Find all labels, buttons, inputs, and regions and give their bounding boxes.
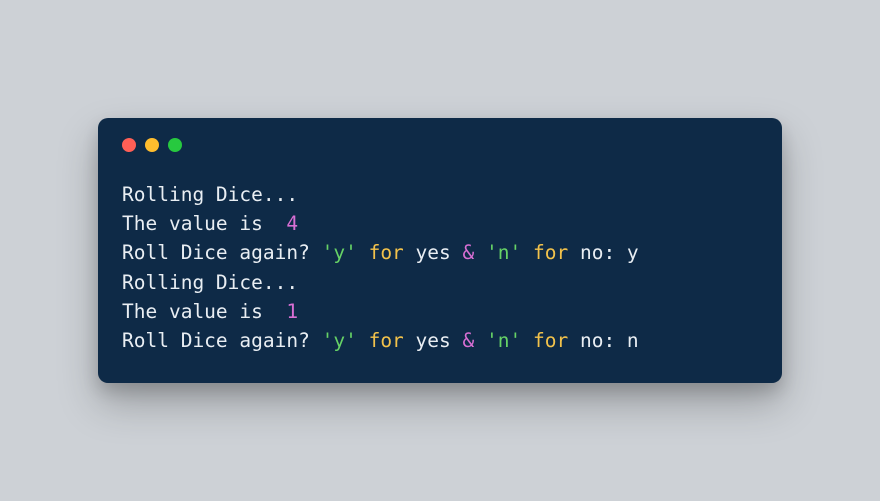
terminal-text — [521, 329, 533, 352]
terminal-text: Roll Dice again? — [122, 241, 322, 264]
terminal-line: The value is 4 — [122, 209, 758, 238]
maximize-icon[interactable] — [168, 138, 182, 152]
terminal-line: Rolling Dice... — [122, 268, 758, 297]
terminal-line: Roll Dice again? 'y' for yes & 'n' for n… — [122, 238, 758, 267]
terminal-text — [474, 241, 486, 264]
terminal-text: 4 — [286, 212, 298, 235]
terminal-output: Rolling Dice...The value is 4Roll Dice a… — [122, 180, 758, 356]
terminal-line: Rolling Dice... — [122, 180, 758, 209]
terminal-text: Rolling Dice... — [122, 271, 298, 294]
terminal-text: yes — [404, 241, 463, 264]
terminal-text: Rolling Dice... — [122, 183, 298, 206]
terminal-text: for — [533, 329, 568, 352]
terminal-text: The value is — [122, 300, 286, 323]
terminal-text — [357, 241, 369, 264]
terminal-text: no: n — [568, 329, 638, 352]
terminal-text: no: y — [568, 241, 638, 264]
terminal-text: for — [369, 329, 404, 352]
terminal-text: & — [463, 241, 475, 264]
terminal-text: yes — [404, 329, 463, 352]
terminal-text — [474, 329, 486, 352]
terminal-text — [521, 241, 533, 264]
terminal-text: 'y' — [322, 329, 357, 352]
terminal-text — [357, 329, 369, 352]
terminal-line: Roll Dice again? 'y' for yes & 'n' for n… — [122, 326, 758, 355]
terminal-text: 1 — [286, 300, 298, 323]
terminal-line: The value is 1 — [122, 297, 758, 326]
terminal-text: 'n' — [486, 329, 521, 352]
terminal-text: 'n' — [486, 241, 521, 264]
terminal-text: Roll Dice again? — [122, 329, 322, 352]
terminal-window: Rolling Dice...The value is 4Roll Dice a… — [98, 118, 782, 384]
terminal-text: for — [533, 241, 568, 264]
close-icon[interactable] — [122, 138, 136, 152]
terminal-text: & — [463, 329, 475, 352]
terminal-text: 'y' — [322, 241, 357, 264]
terminal-text: The value is — [122, 212, 286, 235]
window-controls — [122, 138, 758, 152]
terminal-text: for — [369, 241, 404, 264]
minimize-icon[interactable] — [145, 138, 159, 152]
